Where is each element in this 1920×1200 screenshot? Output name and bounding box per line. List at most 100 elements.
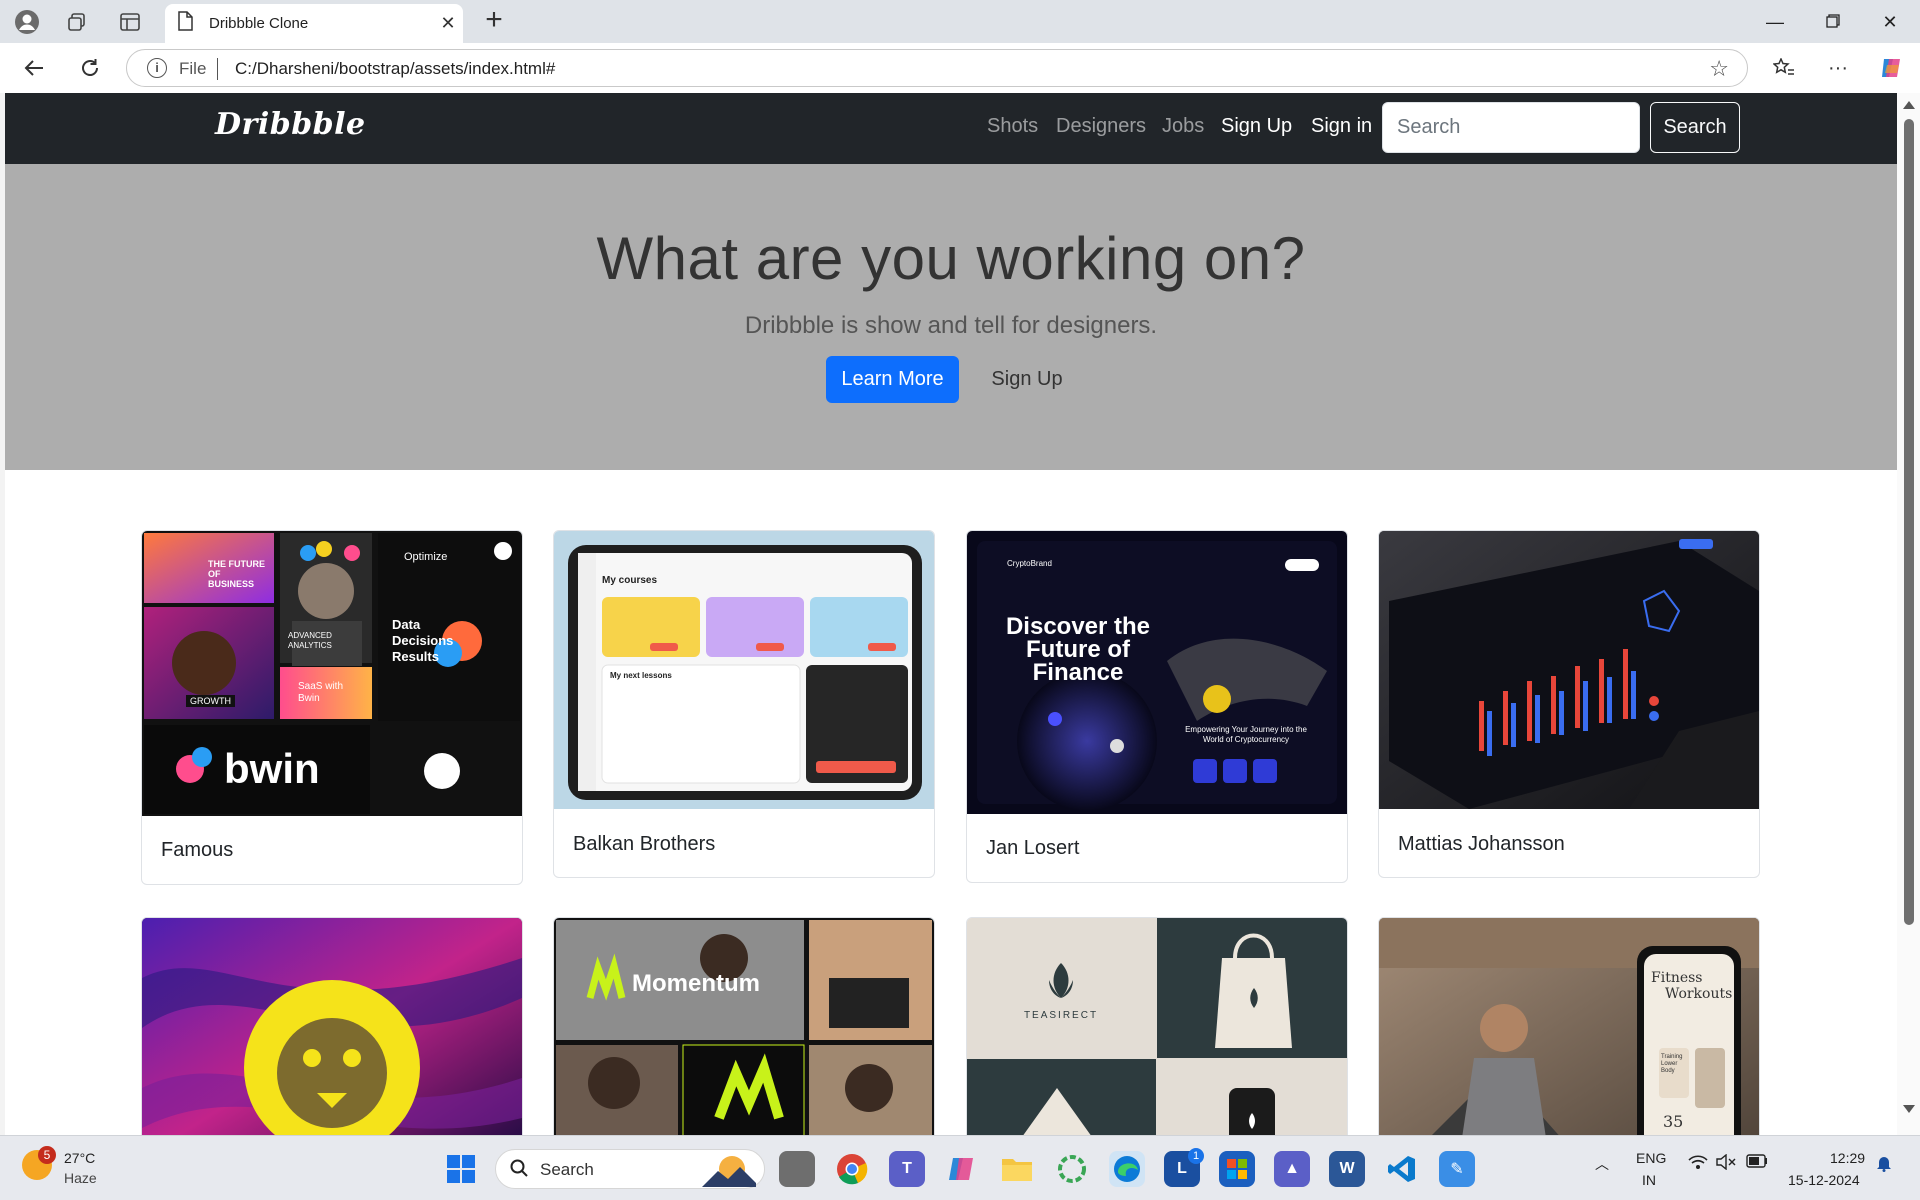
page-scrollbar[interactable] bbox=[1897, 93, 1920, 1135]
word-icon[interactable]: W bbox=[1329, 1151, 1365, 1187]
favorite-star-icon[interactable]: ☆ bbox=[1709, 56, 1729, 82]
shot-thumbnail[interactable]: Momentum bbox=[554, 918, 934, 1135]
new-tab-icon[interactable]: + bbox=[478, 5, 510, 38]
app-ring-icon[interactable] bbox=[1054, 1151, 1090, 1187]
nav-designers[interactable]: Designers bbox=[1056, 115, 1146, 138]
profile-icon[interactable] bbox=[13, 8, 41, 36]
thumb-text-saas: SaaS with Bwin bbox=[298, 681, 344, 704]
scroll-thumb[interactable] bbox=[1904, 119, 1914, 925]
shot-card[interactable]: THE FUTURE OF BUSINESS Optimize ADVANCED… bbox=[141, 530, 523, 885]
weather-badge: 5 bbox=[38, 1146, 56, 1164]
teams-icon[interactable]: T bbox=[889, 1151, 925, 1187]
vscode-icon[interactable] bbox=[1384, 1151, 1420, 1187]
workspaces-icon[interactable] bbox=[63, 8, 91, 36]
clock-date[interactable]: 15-12-2024 bbox=[1788, 1172, 1860, 1188]
weather-condition[interactable]: Haze bbox=[64, 1170, 97, 1186]
thumb-text-growth: GROWTH bbox=[186, 695, 235, 707]
thumb-text-lessons: My next lessons bbox=[610, 671, 672, 680]
address-bar[interactable]: i File C:/Dharsheni/bootstrap/assets/ind… bbox=[126, 49, 1748, 87]
more-options-icon[interactable]: ··· bbox=[1822, 53, 1854, 83]
copilot-icon[interactable] bbox=[1875, 53, 1907, 83]
shot-thumbnail[interactable] bbox=[142, 918, 522, 1135]
thumb-text-headline: Discover the Future of Finance bbox=[1005, 613, 1151, 686]
hero-section: What are you working on? Dribbble is sho… bbox=[5, 164, 1897, 470]
weather-temp[interactable]: 27°C bbox=[64, 1150, 95, 1166]
shot-thumbnail[interactable]: My courses My next lessons bbox=[554, 531, 934, 809]
address-url[interactable]: C:/Dharsheni/bootstrap/assets/index.html… bbox=[235, 59, 555, 79]
thumb-text-teasirect: TEASIRECT bbox=[1023, 1010, 1099, 1021]
thumb-text-workouts: Workouts bbox=[1665, 986, 1733, 1002]
search-icon bbox=[510, 1159, 528, 1182]
wifi-icon[interactable] bbox=[1688, 1154, 1708, 1173]
shot-card[interactable]: My courses My next lessons Balkan Brothe… bbox=[553, 530, 935, 878]
thumb-text-momentum: Momentum bbox=[632, 970, 760, 997]
chrome-icon[interactable] bbox=[834, 1151, 870, 1187]
edge-icon[interactable] bbox=[1109, 1151, 1145, 1187]
back-icon[interactable] bbox=[18, 53, 50, 83]
address-separator bbox=[217, 58, 218, 80]
volume-muted-icon[interactable] bbox=[1716, 1153, 1736, 1173]
browser-tab[interactable]: Dribbble Clone ✕ bbox=[165, 4, 463, 43]
shot-card[interactable]: Momentum bbox=[553, 917, 935, 1135]
shot-author[interactable]: Mattias Johansson bbox=[1398, 833, 1565, 856]
thumb-text-analytics: ADVANCED ANALYTICS bbox=[288, 631, 332, 650]
language-code[interactable]: ENG bbox=[1636, 1150, 1666, 1166]
site-search-button[interactable]: Search bbox=[1650, 102, 1740, 153]
copilot-taskbar-icon[interactable] bbox=[944, 1151, 980, 1187]
language-region[interactable]: IN bbox=[1642, 1172, 1656, 1188]
shot-thumbnail[interactable]: THE FUTURE OF BUSINESS Optimize ADVANCED… bbox=[142, 531, 522, 816]
thumb-text-training: Training Lower Body bbox=[1661, 1054, 1683, 1074]
scroll-up-arrow-icon[interactable] bbox=[1903, 101, 1915, 109]
prompt-icon[interactable]: ▲ bbox=[1274, 1151, 1310, 1187]
shot-author[interactable]: Jan Losert bbox=[986, 837, 1079, 860]
battery-icon[interactable] bbox=[1746, 1154, 1768, 1171]
clock-time[interactable]: 12:29 bbox=[1830, 1150, 1865, 1166]
thumb-text-cryptobrand: CryptoBrand bbox=[1007, 559, 1052, 568]
search-highlight-icon bbox=[702, 1156, 756, 1187]
site-info-icon[interactable]: i bbox=[147, 58, 167, 78]
site-brand-logo[interactable]: Dribbble bbox=[215, 107, 366, 142]
thumb-text-data: Data Decisions Results bbox=[392, 617, 454, 664]
shot-author[interactable]: Balkan Brothers bbox=[573, 833, 715, 856]
shot-thumbnail[interactable] bbox=[1379, 531, 1759, 809]
hero-sign-up-button[interactable]: Sign Up bbox=[977, 356, 1077, 403]
notification-bell-icon[interactable] bbox=[1876, 1154, 1892, 1175]
thumb-text-fitness: Fitness bbox=[1651, 970, 1703, 986]
show-hidden-icons[interactable]: ︿ bbox=[1595, 1154, 1609, 1174]
close-tab-icon[interactable]: ✕ bbox=[433, 13, 463, 34]
scroll-down-arrow-icon[interactable] bbox=[1903, 1105, 1915, 1113]
file-explorer-icon[interactable] bbox=[999, 1151, 1035, 1187]
thumb-text-future: THE FUTURE OF BUSINESS bbox=[208, 559, 265, 589]
favorites-icon[interactable] bbox=[1768, 53, 1800, 83]
tab-actions-icon[interactable] bbox=[116, 8, 144, 36]
nav-sign-up[interactable]: Sign Up bbox=[1221, 115, 1292, 138]
restore-icon[interactable] bbox=[1811, 8, 1855, 36]
start-icon[interactable] bbox=[443, 1151, 479, 1187]
nav-shots[interactable]: Shots bbox=[987, 115, 1038, 138]
shot-thumbnail[interactable]: TEASIRECT bbox=[967, 918, 1347, 1135]
hero-title: What are you working on? bbox=[596, 225, 1306, 292]
taskbar-search[interactable]: Search bbox=[495, 1149, 765, 1189]
shot-thumbnail[interactable]: Fitness Workouts Training Lower Body 35 bbox=[1379, 918, 1759, 1135]
minimize-icon[interactable]: — bbox=[1753, 8, 1797, 36]
store-icon[interactable] bbox=[1219, 1151, 1255, 1187]
shot-card[interactable] bbox=[141, 917, 523, 1135]
shot-card[interactable]: TEASIRECT bbox=[966, 917, 1348, 1135]
task-view-icon[interactable] bbox=[779, 1151, 815, 1187]
nav-sign-in[interactable]: Sign in bbox=[1311, 115, 1372, 138]
refresh-icon[interactable] bbox=[74, 53, 106, 83]
thumb-text-courses: My courses bbox=[602, 575, 658, 586]
site-search-input[interactable] bbox=[1382, 102, 1640, 153]
close-window-icon[interactable]: ✕ bbox=[1868, 8, 1912, 36]
thumb-text-journey: Empowering Your Journey into the World o… bbox=[1185, 725, 1307, 744]
learn-more-button[interactable]: Learn More bbox=[826, 356, 959, 403]
thumb-text-optimize: Optimize bbox=[404, 551, 448, 563]
shot-card[interactable]: Mattias Johansson bbox=[1378, 530, 1760, 878]
paint-icon[interactable]: ✎ bbox=[1439, 1151, 1475, 1187]
shot-card[interactable]: CryptoBrand Discover the Future of Finan… bbox=[966, 530, 1348, 883]
shot-thumbnail[interactable]: CryptoBrand Discover the Future of Finan… bbox=[967, 531, 1347, 814]
thumb-text-number: 35 bbox=[1663, 1112, 1684, 1131]
shot-author[interactable]: Famous bbox=[161, 839, 233, 862]
nav-jobs[interactable]: Jobs bbox=[1162, 115, 1204, 138]
shot-card[interactable]: Fitness Workouts Training Lower Body 35 bbox=[1378, 917, 1760, 1135]
